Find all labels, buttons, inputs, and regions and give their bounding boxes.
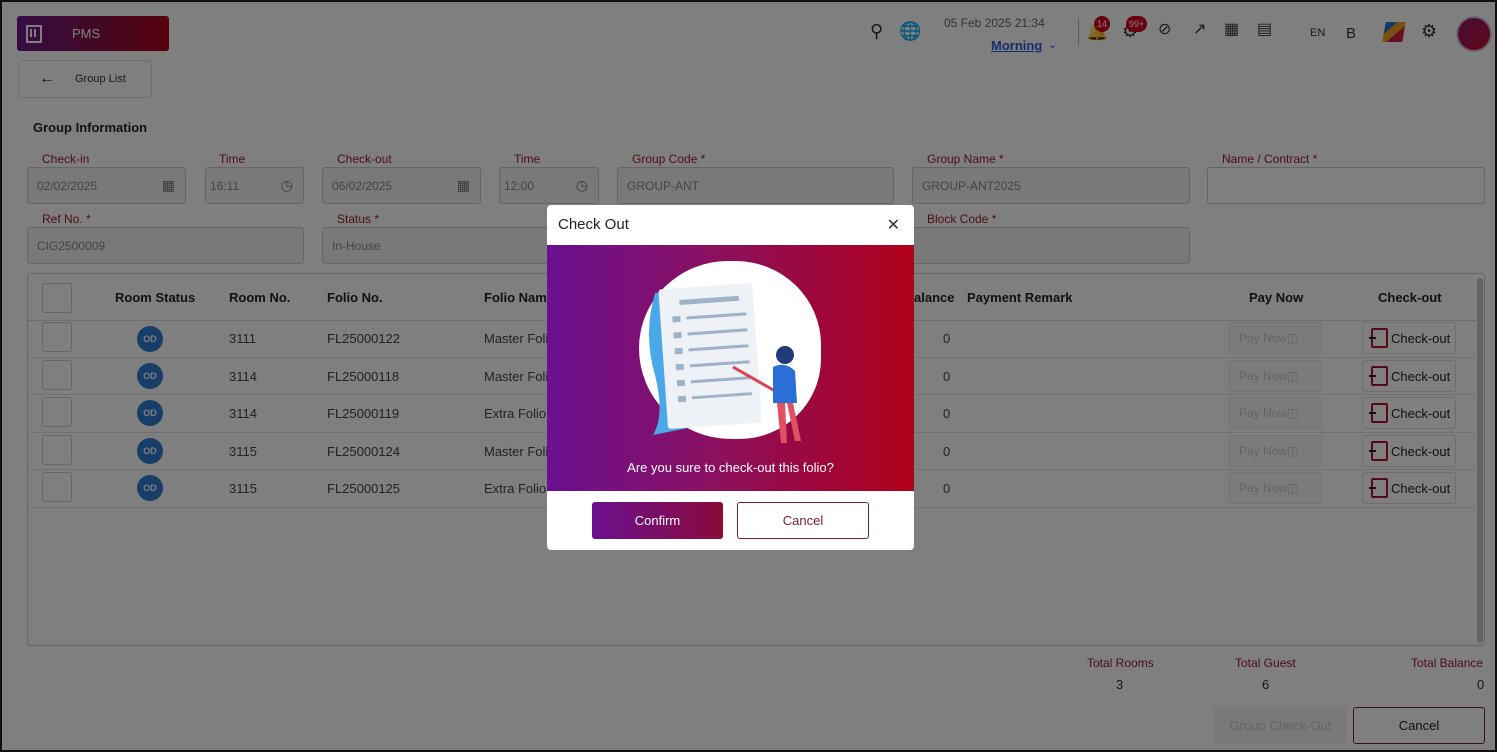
app-window: PMS ⚲ 🌐 05 Feb 2025 21:34 Morning ⌄ 🔔 14… xyxy=(0,0,1497,752)
close-icon[interactable]: ✕ xyxy=(887,215,900,235)
dialog-cancel-button[interactable]: Cancel xyxy=(737,502,869,539)
dialog-illustration-panel: Are you sure to check-out this folio? xyxy=(547,245,914,491)
dialog-title: Check Out xyxy=(558,216,629,233)
confirm-question: Are you sure to check-out this folio? xyxy=(627,460,834,475)
check-out-dialog: Check Out ✕ Are you sure to check-out th… xyxy=(547,205,914,550)
confirm-button[interactable]: Confirm xyxy=(592,502,723,539)
checklist-illustration xyxy=(649,283,801,443)
